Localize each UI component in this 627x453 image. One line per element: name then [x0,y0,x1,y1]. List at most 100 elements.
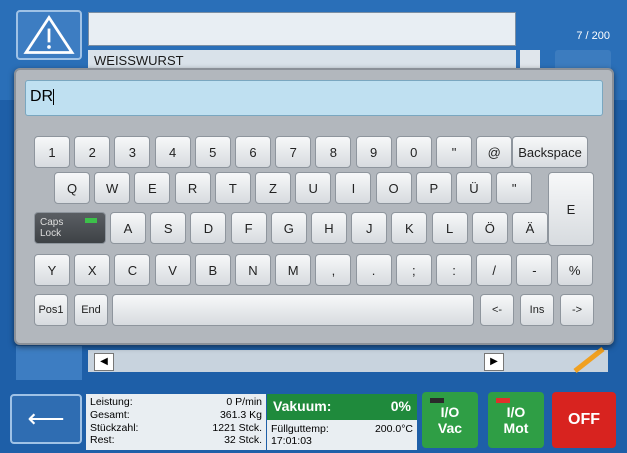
io-vac-label-top: I/O [440,404,460,420]
key-row1-2[interactable]: 3 [114,136,151,168]
mot-led [496,398,510,403]
key-row1-6[interactable]: 7 [275,136,312,168]
vakuum-status: Vakuum: 0% [267,394,417,420]
io-mot-label-top: I/O [506,404,526,420]
key-row4-8[interactable]: . [355,254,392,286]
key-row3-9[interactable]: Ö [471,212,508,244]
key-row1-5[interactable]: 6 [235,136,271,168]
clock: 17:01:03 [271,435,312,447]
key-row3-7[interactable]: K [391,212,428,244]
key-row4-7[interactable]: , [315,254,352,286]
key-row3-10[interactable]: Ä [512,212,548,244]
leistung-label: Leistung: [90,396,133,408]
fuellguttemp-label: Füllguttemp: [271,423,329,435]
key-row4-12[interactable]: - [516,254,553,286]
key-row4-10[interactable]: : [436,254,472,286]
key-row3-0[interactable]: A [110,212,146,244]
program-counter: 7 / 200 [576,30,610,42]
key-row3-4[interactable]: G [270,212,307,244]
key-row2-1[interactable]: W [94,172,131,204]
key-row3-5[interactable]: H [311,212,347,244]
stueckzahl-label: Stückzahl: [90,421,139,434]
back-arrow-icon: ⟵ [27,403,65,433]
key-row2-10[interactable]: Ü [456,172,492,204]
cursor-right-key[interactable]: -> [560,294,594,326]
key-row2-4[interactable]: T [214,172,251,204]
enter-key[interactable]: E [548,172,594,246]
io-vac-label-bottom: Vac [437,420,463,436]
key-row4-9[interactable]: ; [395,254,432,286]
key-row1-11[interactable]: @ [476,136,513,168]
leistung-value: 0 P/min [226,396,262,408]
space-key[interactable] [112,294,474,326]
fuellguttemp-value: 200.0°C [374,423,413,435]
back-button[interactable]: ⟵ [10,394,82,444]
key-row3-6[interactable]: J [351,212,388,244]
horizontal-scrollbar[interactable]: ◀ ▶ [88,350,608,372]
keyboard-input[interactable]: DR [25,80,603,116]
key-row2-3[interactable]: R [174,172,211,204]
key-row2-11[interactable]: " [496,172,533,204]
io-mot-label-bottom: Mot [503,420,529,436]
key-row1-3[interactable]: 4 [154,136,191,168]
pos1-key[interactable]: Pos1 [34,294,68,326]
key-row1-0[interactable]: 1 [34,136,70,168]
vakuum-value: 0% [390,398,411,414]
caps-lock-label: Caps Lock [40,217,64,239]
off-button[interactable]: OFF [552,392,616,448]
key-row3-2[interactable]: D [190,212,227,244]
io-vac-button[interactable]: I/O Vac [422,392,478,448]
key-row4-13[interactable]: % [556,254,593,286]
insert-key[interactable]: Ins [520,294,554,326]
io-mot-button[interactable]: I/O Mot [488,392,544,448]
key-row1-10[interactable]: " [436,136,472,168]
warning-icon [23,15,75,54]
production-stats: Leistung: 0 P/min Gesamt: 361.3 Kg Stückza… [86,394,266,450]
scroll-right-icon[interactable]: ▶ [484,353,504,371]
key-row1-8[interactable]: 9 [355,136,392,168]
key-row4-2[interactable]: C [114,254,151,286]
pencil-icon[interactable] [565,345,611,375]
scroll-left-icon[interactable]: ◀ [94,353,114,371]
machine-icon[interactable] [16,346,82,380]
text-caret [53,88,55,105]
gesamt-value: 361.3 Kg [219,408,262,421]
caps-led [85,218,97,223]
vac-led [430,398,444,403]
key-row2-7[interactable]: I [335,172,372,204]
key-row1-7[interactable]: 8 [315,136,352,168]
gesamt-label: Gesamt: [90,408,130,421]
key-row2-6[interactable]: U [295,172,332,204]
key-row1-1[interactable]: 2 [74,136,111,168]
message-field [88,12,516,46]
key-row4-11[interactable]: / [476,254,513,286]
key-row4-1[interactable]: X [74,254,111,286]
key-row2-2[interactable]: E [134,172,171,204]
scroll-up-button[interactable] [520,50,540,70]
stueckzahl-value: 1221 Stck. [212,421,262,434]
key-row3-8[interactable]: L [431,212,468,244]
vakuum-label: Vakuum: [273,398,332,414]
key-row1-9[interactable]: 0 [395,136,432,168]
key-row2-0[interactable]: Q [54,172,90,204]
keyboard-input-text: DR [30,88,54,105]
rest-label: Rest: [90,434,115,447]
rest-value: 32 Stck. [224,434,262,447]
key-row2-9[interactable]: P [415,172,452,204]
key-row4-4[interactable]: B [194,254,231,286]
caps-lock-key[interactable]: Caps Lock [34,212,106,244]
key-row4-6[interactable]: M [275,254,312,286]
key-row4-3[interactable]: V [154,254,191,286]
key-row2-5[interactable]: Z [255,172,291,204]
backspace-key[interactable]: Backspace [512,136,588,168]
key-row3-3[interactable]: F [230,212,267,244]
warning-button[interactable] [16,10,82,60]
key-row4-0[interactable]: Y [34,254,70,286]
key-row1-4[interactable]: 5 [194,136,231,168]
key-row4-5[interactable]: N [235,254,271,286]
end-key[interactable]: End [74,294,108,326]
key-row3-1[interactable]: S [150,212,187,244]
cursor-left-key[interactable]: <- [480,294,514,326]
key-row2-8[interactable]: O [375,172,412,204]
temperature-panel: Füllguttemp: 200.0°C 17:01:03 [267,420,417,450]
